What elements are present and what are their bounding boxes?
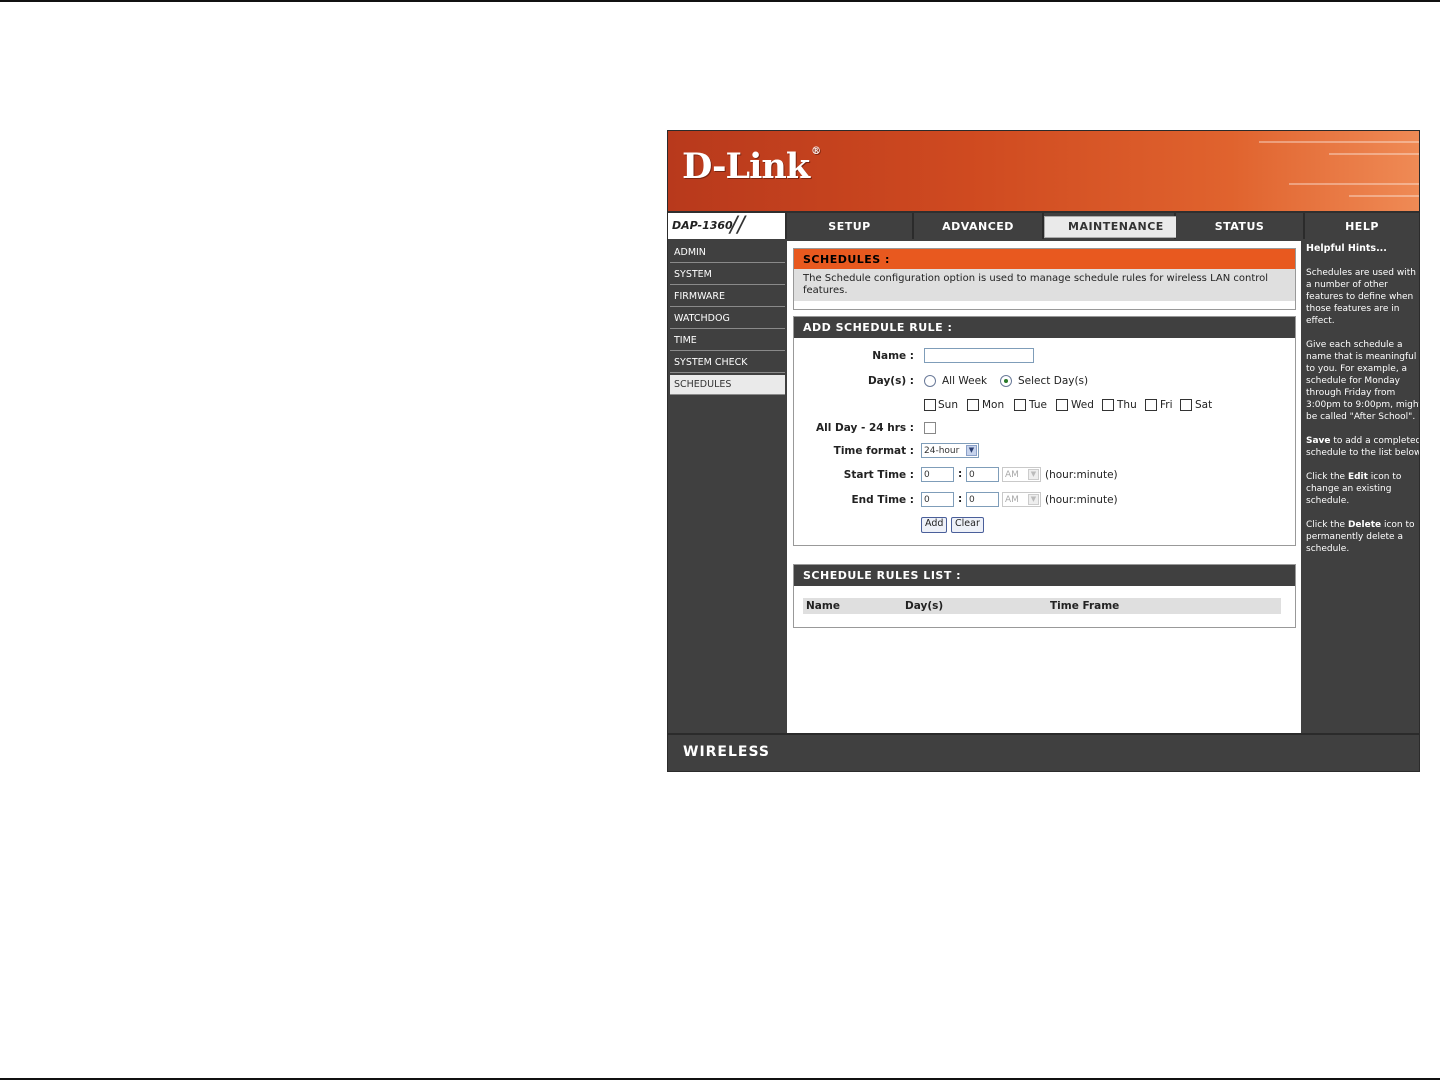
tab-status[interactable]: STATUS bbox=[1176, 213, 1305, 239]
start-colon: : bbox=[958, 468, 963, 480]
menu-item-firmware[interactable]: FIRMWARE bbox=[670, 287, 785, 307]
allday-checkbox[interactable] bbox=[924, 422, 936, 434]
end-time-label: End Time : bbox=[851, 494, 915, 506]
menu-item-admin[interactable]: ADMIN bbox=[670, 243, 785, 263]
day-fri-label: Fri bbox=[1160, 399, 1173, 411]
end-minute-input[interactable]: 0 bbox=[966, 492, 999, 507]
start-minute-input[interactable]: 0 bbox=[966, 467, 999, 482]
model-badge: DAP-1360 // bbox=[668, 213, 787, 239]
day-wed-checkbox[interactable] bbox=[1056, 399, 1068, 411]
help-text-1: Schedules are used with a number of othe… bbox=[1306, 268, 1416, 326]
rules-list-header: Name Day(s) Time Frame bbox=[803, 598, 1281, 614]
page-bottom-rule bbox=[0, 1078, 1440, 1080]
end-time-hint: (hour:minute) bbox=[1045, 494, 1118, 506]
router-admin-window: D-Link ® DAP-1360 // SETUP ADVANCED MAINT… bbox=[667, 130, 1420, 772]
menu-item-time[interactable]: TIME bbox=[670, 331, 785, 351]
add-schedule-title: ADD SCHEDULE RULE : bbox=[794, 317, 1295, 338]
schedules-description: The Schedule configuration option is use… bbox=[794, 269, 1295, 301]
select-days-radio[interactable] bbox=[1000, 375, 1012, 387]
time-format-select[interactable]: 24-hour ▼ bbox=[921, 443, 979, 458]
chevron-down-icon: ▼ bbox=[966, 445, 977, 456]
main-content: SCHEDULES : The Schedule configuration o… bbox=[787, 241, 1301, 733]
tab-advanced[interactable]: ADVANCED bbox=[914, 213, 1044, 239]
day-wed-label: Wed bbox=[1071, 399, 1094, 411]
day-sat-label: Sat bbox=[1195, 399, 1213, 411]
brand-banner: D-Link ® bbox=[668, 131, 1419, 211]
schedule-rules-list: SCHEDULE RULES LIST : Name Day(s) Time F… bbox=[793, 564, 1296, 628]
add-button[interactable]: Add bbox=[921, 517, 948, 533]
day-thu-checkbox[interactable] bbox=[1102, 399, 1114, 411]
menu-item-schedules[interactable]: SCHEDULES bbox=[670, 375, 785, 395]
start-hour-input[interactable]: 0 bbox=[921, 467, 954, 482]
help-title: Helpful Hints... bbox=[1306, 243, 1387, 254]
time-format-label: Time format : bbox=[833, 445, 914, 457]
help-text-4: Click the Edit icon to change an existin… bbox=[1306, 472, 1402, 506]
day-tue-checkbox[interactable] bbox=[1014, 399, 1026, 411]
help-text-3: Save to add a completed schedule to the … bbox=[1306, 436, 1419, 458]
top-nav: SETUP ADVANCED MAINTENANCE STATUS HELP bbox=[787, 213, 1419, 239]
left-menu: ADMIN SYSTEM FIRMWARE WATCHDOG TIME SYST… bbox=[668, 241, 785, 731]
column-name: Name bbox=[806, 600, 840, 612]
day-sat-checkbox[interactable] bbox=[1180, 399, 1192, 411]
start-ampm-select[interactable]: AM ▼ bbox=[1002, 467, 1041, 482]
name-label: Name : bbox=[872, 350, 914, 362]
day-fri-checkbox[interactable] bbox=[1145, 399, 1157, 411]
day-sun-label: Sun bbox=[938, 399, 958, 411]
all-week-label: All Week bbox=[942, 375, 988, 387]
rules-list-title: SCHEDULE RULES LIST : bbox=[794, 565, 1295, 586]
help-panel: Helpful Hints... Schedules are used with… bbox=[1303, 241, 1419, 733]
day-mon-label: Mon bbox=[982, 399, 1005, 411]
all-week-radio[interactable] bbox=[924, 375, 936, 387]
day-tue-label: Tue bbox=[1029, 399, 1047, 411]
end-ampm-select[interactable]: AM ▼ bbox=[1002, 492, 1041, 507]
menu-item-system[interactable]: SYSTEM bbox=[670, 265, 785, 285]
menu-item-watchdog[interactable]: WATCHDOG bbox=[670, 309, 785, 329]
end-hour-input[interactable]: 0 bbox=[921, 492, 954, 507]
select-days-label: Select Day(s) bbox=[1018, 375, 1089, 387]
page-top-rule bbox=[0, 0, 1440, 2]
chevron-down-icon: ▼ bbox=[1028, 494, 1039, 505]
slash-icon: // bbox=[730, 213, 745, 238]
add-schedule-rule: ADD SCHEDULE RULE : Name : Day(s) : All … bbox=[793, 316, 1296, 546]
schedules-title: SCHEDULES : bbox=[794, 249, 1295, 269]
help-text-5: Click the Delete icon to permanently del… bbox=[1306, 520, 1415, 554]
model-label: DAP-1360 bbox=[672, 219, 733, 232]
tab-setup[interactable]: SETUP bbox=[787, 213, 914, 239]
footer-bar: WIRELESS bbox=[668, 733, 1419, 771]
tab-help[interactable]: HELP bbox=[1305, 213, 1419, 239]
allday-label: All Day - 24 hrs : bbox=[816, 422, 914, 434]
day-sun-checkbox[interactable] bbox=[924, 399, 936, 411]
start-time-hint: (hour:minute) bbox=[1045, 469, 1118, 481]
dlink-logo: D-Link ® bbox=[682, 146, 821, 187]
clear-button[interactable]: Clear bbox=[951, 517, 984, 533]
days-label: Day(s) : bbox=[867, 375, 914, 387]
day-mon-checkbox[interactable] bbox=[967, 399, 979, 411]
help-text-2: Give each schedule a name that is meanin… bbox=[1306, 340, 1419, 422]
wireless-logo: WIRELESS bbox=[683, 744, 771, 760]
chevron-down-icon: ▼ bbox=[1028, 469, 1039, 480]
column-time-frame: Time Frame bbox=[1050, 600, 1120, 612]
schedule-name-input[interactable] bbox=[924, 348, 1034, 363]
menu-item-system-check[interactable]: SYSTEM CHECK bbox=[670, 353, 785, 373]
tab-maintenance[interactable]: MAINTENANCE bbox=[1044, 213, 1188, 239]
end-colon: : bbox=[958, 493, 963, 505]
day-thu-label: Thu bbox=[1117, 399, 1137, 411]
column-days: Day(s) bbox=[905, 600, 944, 612]
schedules-intro: SCHEDULES : The Schedule configuration o… bbox=[793, 248, 1296, 310]
start-time-label: Start Time : bbox=[843, 469, 914, 481]
